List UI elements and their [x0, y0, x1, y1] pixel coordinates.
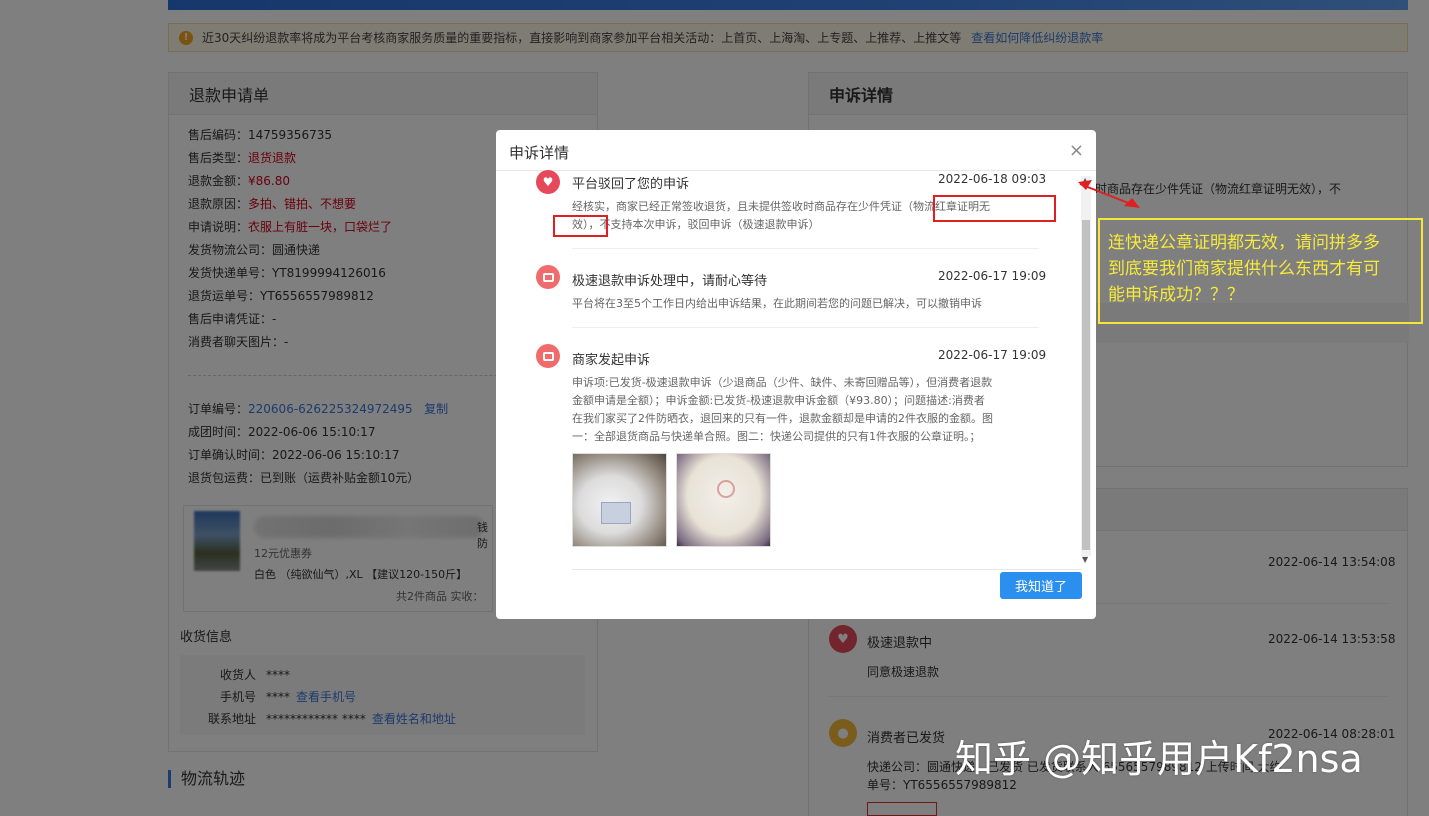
- modal-title: 申诉详情: [509, 144, 570, 162]
- event-time-submitted: 2022-06-17 19:09: [938, 348, 1047, 362]
- heart-icon: ♥: [536, 170, 560, 194]
- scrollbar-thumb[interactable]: [1082, 220, 1090, 550]
- close-icon[interactable]: ×: [1069, 140, 1084, 161]
- modal-divider: [496, 170, 1096, 171]
- event-sep: [572, 248, 1039, 249]
- event-time-processing: 2022-06-17 19:09: [938, 269, 1047, 283]
- scroll-down-icon[interactable]: ▼: [1082, 555, 1088, 564]
- event-sep: [572, 327, 1039, 328]
- event-time-rejected: 2022-06-18 09:03: [938, 172, 1047, 186]
- highlight-box: [933, 195, 1056, 222]
- event-title-processing: 极速退款申诉处理中，请耐心等待: [572, 274, 768, 289]
- form-icon: [536, 344, 560, 368]
- annotation-box: 连快递公章证明都无效，请问拼多多 到底要我们商家提供什么东西才有可 能申诉成功？…: [1098, 218, 1423, 324]
- ok-button[interactable]: 我知道了: [1000, 572, 1082, 599]
- event-title-submitted: 商家发起申诉: [572, 353, 651, 368]
- arrow-icon: [1078, 180, 1140, 208]
- event-title-rejected: 平台驳回了您的申诉: [572, 177, 690, 192]
- highlight-box: [553, 215, 608, 237]
- event-desc-submitted: 申诉项:已发货-极速退款申诉（少退商品（少件、缺件、未寄回赠品等），但消费者退款…: [572, 376, 993, 443]
- event-desc-processing: 平台将在3至5个工作日内给出申诉结果，在此期间若您的问题已解决，可以撤销申诉: [572, 297, 982, 310]
- footer-divider: [572, 569, 1082, 570]
- form-icon: [536, 265, 560, 289]
- watermark: 知乎 @知乎用户Kf2nsa: [955, 737, 1363, 781]
- evidence-photo-1[interactable]: [572, 453, 667, 547]
- evidence-photo-2[interactable]: [676, 453, 771, 547]
